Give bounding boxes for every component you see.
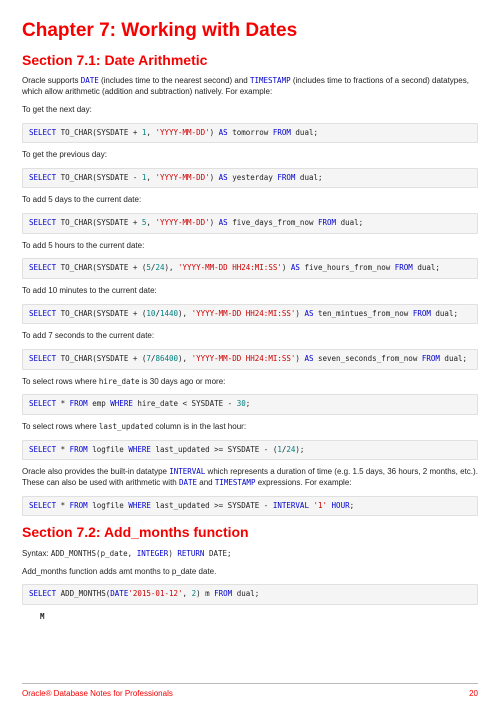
section-7-1-title: Section 7.1: Date Arithmetic bbox=[22, 51, 478, 71]
date-keyword: DATE bbox=[81, 76, 99, 85]
prev-day-label: To get the previous day: bbox=[22, 150, 478, 161]
code-add-5-hours: SELECT TO_CHAR(SYSDATE + (5/24), 'YYYY-M… bbox=[22, 258, 478, 279]
code-add-months: SELECT ADD_MONTHS(DATE'2015-01-12', 2) m… bbox=[22, 584, 478, 605]
section-7-2-title: Section 7.2: Add_months function bbox=[22, 523, 478, 543]
select-30-days-label: To select rows where hire_date is 30 day… bbox=[22, 377, 478, 388]
footer-title: Oracle® Database Notes for Professionals bbox=[22, 688, 173, 699]
add-months-desc: Add_months function adds amt months to p… bbox=[22, 567, 478, 578]
page-footer: Oracle® Database Notes for Professionals… bbox=[22, 683, 478, 699]
add-7-sec-label: To add 7 seconds to the current date: bbox=[22, 331, 478, 342]
interval-paragraph: Oracle also provides the built-in dataty… bbox=[22, 467, 478, 489]
add-5-hours-label: To add 5 hours to the current date: bbox=[22, 241, 478, 252]
interval-keyword: INTERVAL bbox=[169, 467, 205, 476]
code-next-day: SELECT TO_CHAR(SYSDATE + 1, 'YYYY-MM-DD'… bbox=[22, 123, 478, 144]
code-add-5-days: SELECT TO_CHAR(SYSDATE + 5, 'YYYY-MM-DD'… bbox=[22, 213, 478, 234]
page-number: 20 bbox=[469, 688, 478, 699]
code-add-7-sec: SELECT TO_CHAR(SYSDATE + (7/86400), 'YYY… bbox=[22, 349, 478, 370]
code-select-30-days: SELECT * FROM emp WHERE hire_date < SYSD… bbox=[22, 394, 478, 415]
add-5-days-label: To add 5 days to the current date: bbox=[22, 195, 478, 206]
syntax-line: Syntax: ADD_MONTHS(p_date, INTEGER) RETU… bbox=[22, 549, 478, 560]
add-10-min-label: To add 10 minutes to the current date: bbox=[22, 286, 478, 297]
result-column-header: M bbox=[40, 612, 478, 623]
chapter-title: Chapter 7: Working with Dates bbox=[22, 18, 478, 45]
select-last-hour-label: To select rows where last_updated column… bbox=[22, 422, 478, 433]
intro-paragraph: Oracle supports DATE (includes time to t… bbox=[22, 76, 478, 98]
code-select-last-hour: SELECT * FROM logfile WHERE last_updated… bbox=[22, 440, 478, 461]
next-day-label: To get the next day: bbox=[22, 105, 478, 116]
code-interval: SELECT * FROM logfile WHERE last_updated… bbox=[22, 496, 478, 517]
timestamp-keyword: TIMESTAMP bbox=[250, 76, 291, 85]
code-prev-day: SELECT TO_CHAR(SYSDATE - 1, 'YYYY-MM-DD'… bbox=[22, 168, 478, 189]
code-add-10-min: SELECT TO_CHAR(SYSDATE + (10/1440), 'YYY… bbox=[22, 304, 478, 325]
